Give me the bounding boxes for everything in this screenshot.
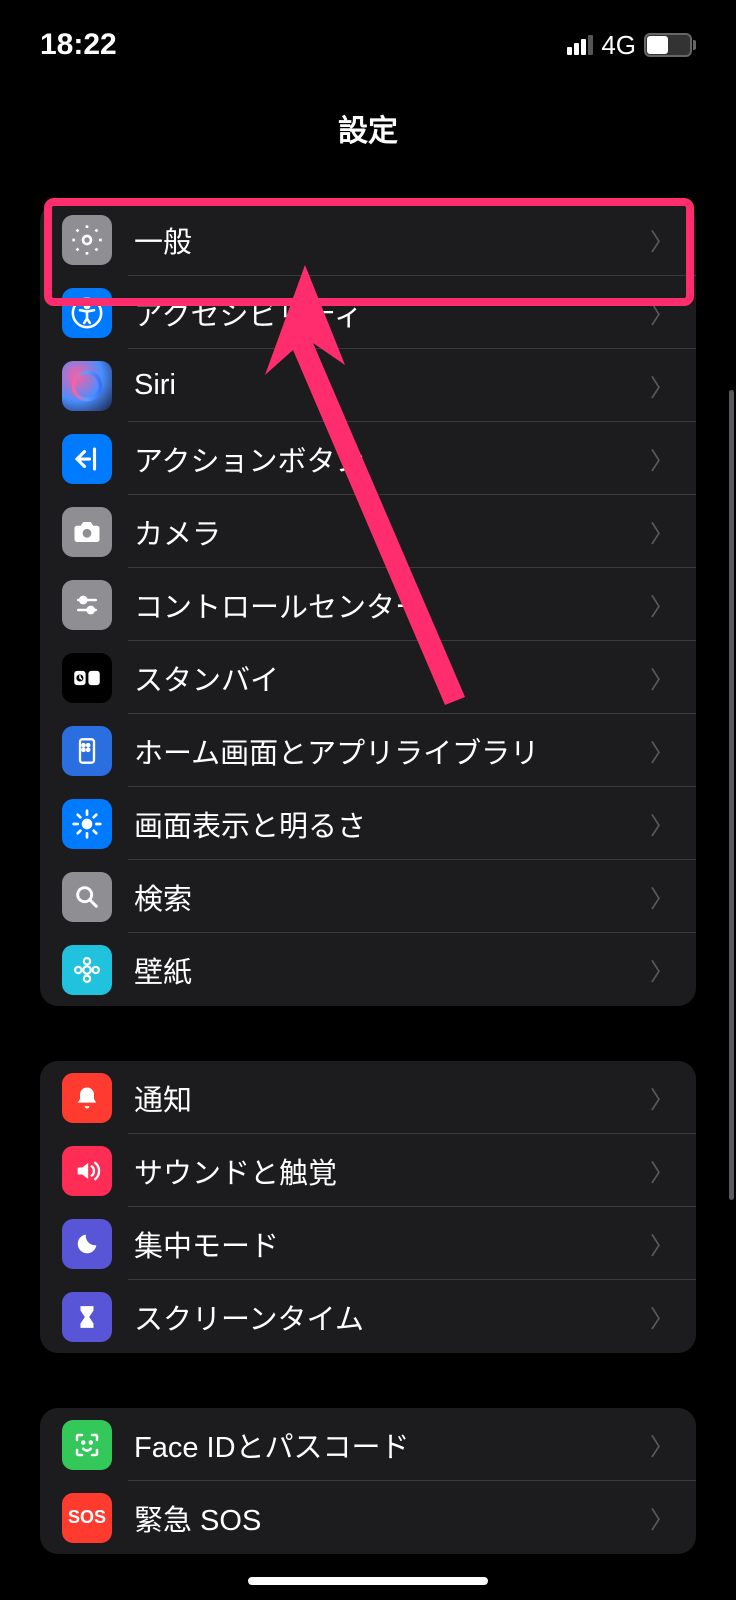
settings-item-search[interactable]: 検索 〉 [40,860,696,933]
settings-item-face-id[interactable]: Face IDとパスコード 〉 [40,1408,696,1481]
chevron-right-icon: 〉 [650,733,674,768]
accessibility-icon [62,288,112,338]
settings-content: 一般 〉 アクセシビリティ 〉 Siri 〉 アクションボタン 〉 [0,165,736,1554]
settings-item-standby[interactable]: スタンバイ 〉 [40,641,696,714]
chevron-right-icon: 〉 [650,514,674,549]
settings-item-camera[interactable]: カメラ 〉 [40,495,696,568]
hourglass-icon [62,1292,112,1342]
settings-item-label: コントロールセンター [134,584,650,626]
standby-icon [62,653,112,703]
chevron-right-icon: 〉 [650,1080,674,1115]
chevron-right-icon: 〉 [650,1427,674,1462]
settings-item-label: 画面表示と明るさ [134,803,650,845]
settings-item-label: 緊急 SOS [134,1497,650,1539]
gear-icon [62,215,112,265]
settings-item-label: 一般 [134,219,650,261]
settings-section-2: 通知 〉 サウンドと触覚 〉 集中モード 〉 スクリーンタイム 〉 [40,1061,696,1353]
settings-item-label: スクリーンタイム [134,1296,650,1338]
speaker-icon [62,1146,112,1196]
settings-item-label: カメラ [134,511,650,553]
chevron-right-icon: 〉 [650,1153,674,1188]
settings-item-home-screen[interactable]: ホーム画面とアプリライブラリ 〉 [40,714,696,787]
settings-item-label: 検索 [134,876,650,918]
chevron-right-icon: 〉 [650,806,674,841]
status-time: 18:22 [40,28,117,62]
settings-item-focus[interactable]: 集中モード 〉 [40,1207,696,1280]
settings-item-label: スタンバイ [134,657,650,699]
settings-item-sos[interactable]: SOS 緊急 SOS 〉 [40,1481,696,1554]
settings-item-action-button[interactable]: アクションボタン 〉 [40,422,696,495]
chevron-right-icon: 〉 [650,295,674,330]
settings-item-label: アクセシビリティ [134,292,650,334]
network-type: 4G [601,30,636,61]
wallpaper-icon [62,945,112,995]
page-title: 設定 [338,106,398,150]
brightness-icon [62,799,112,849]
scroll-indicator[interactable] [729,390,734,1200]
battery-icon: 47 [644,33,696,57]
settings-item-label: 壁紙 [134,949,650,991]
settings-section-3: Face IDとパスコード 〉 SOS 緊急 SOS 〉 [40,1408,696,1554]
chevron-right-icon: 〉 [650,1226,674,1261]
header: 設定 [0,90,736,165]
chevron-right-icon: 〉 [650,879,674,914]
control-center-icon [62,580,112,630]
settings-item-accessibility[interactable]: アクセシビリティ 〉 [40,276,696,349]
camera-icon [62,507,112,557]
chevron-right-icon: 〉 [650,1299,674,1334]
face-id-icon [62,1420,112,1470]
status-bar: 18:22 4G 47 [0,0,736,90]
chevron-right-icon: 〉 [650,660,674,695]
settings-item-label: アクションボタン [134,438,650,480]
home-screen-icon [62,726,112,776]
settings-item-label: Face IDとパスコード [134,1424,650,1466]
home-indicator[interactable] [248,1577,488,1585]
chevron-right-icon: 〉 [650,1500,674,1535]
signal-icon [567,35,593,55]
settings-item-general[interactable]: 一般 〉 [40,203,696,276]
chevron-right-icon: 〉 [650,368,674,403]
settings-item-label: Siri [134,369,650,402]
chevron-right-icon: 〉 [650,587,674,622]
settings-item-label: 集中モード [134,1223,650,1265]
settings-item-wallpaper[interactable]: 壁紙 〉 [40,933,696,1006]
status-indicators: 4G 47 [567,30,696,61]
chevron-right-icon: 〉 [650,952,674,987]
settings-item-control-center[interactable]: コントロールセンター 〉 [40,568,696,641]
settings-item-label: ホーム画面とアプリライブラリ [134,730,650,772]
action-button-icon [62,434,112,484]
settings-item-notifications[interactable]: 通知 〉 [40,1061,696,1134]
chevron-right-icon: 〉 [650,441,674,476]
sos-icon: SOS [62,1493,112,1543]
moon-icon [62,1219,112,1269]
battery-percentage: 47 [659,36,677,54]
settings-item-label: 通知 [134,1077,650,1119]
settings-item-label: サウンドと触覚 [134,1150,650,1192]
siri-icon [62,361,112,411]
settings-item-display[interactable]: 画面表示と明るさ 〉 [40,787,696,860]
search-icon [62,872,112,922]
settings-section-1: 一般 〉 アクセシビリティ 〉 Siri 〉 アクションボタン 〉 [40,203,696,1006]
bell-icon [62,1073,112,1123]
settings-item-screen-time[interactable]: スクリーンタイム 〉 [40,1280,696,1353]
settings-item-siri[interactable]: Siri 〉 [40,349,696,422]
settings-item-sounds[interactable]: サウンドと触覚 〉 [40,1134,696,1207]
chevron-right-icon: 〉 [650,222,674,257]
